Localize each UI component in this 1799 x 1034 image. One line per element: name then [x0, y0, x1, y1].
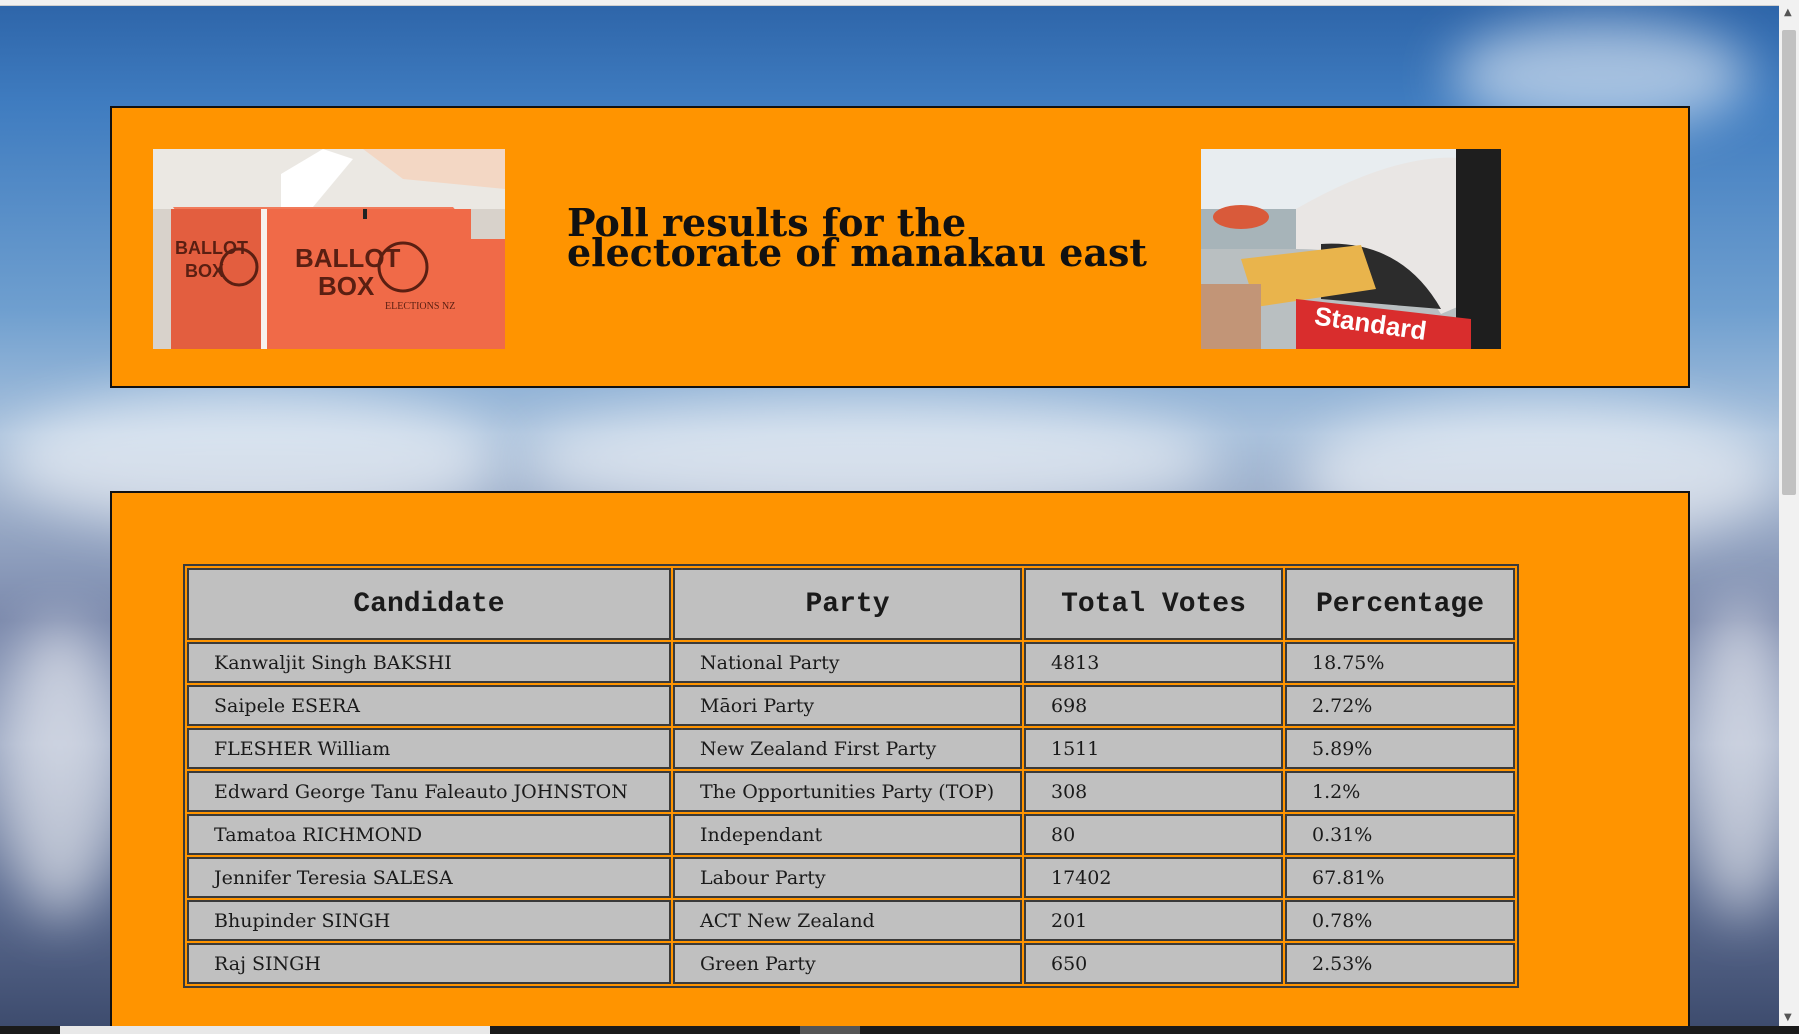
ballot-side-text-2: BOX — [185, 261, 224, 281]
browser-top-edge — [0, 0, 1799, 6]
table-row: Raj SINGH Green Party 650 2.53% — [187, 943, 1515, 984]
cell-percentage: 0.31% — [1285, 814, 1515, 855]
cell-votes: 698 — [1024, 685, 1283, 726]
scroll-up-arrow-icon[interactable]: ▲ — [1784, 7, 1792, 18]
table-row: FLESHER William New Zealand First Party … — [187, 728, 1515, 769]
vertical-scrollbar[interactable]: ▲ ▼ — [1779, 5, 1799, 1026]
results-panel: Candidate Party Total Votes Percentage K… — [110, 491, 1690, 1034]
table-row: Bhupinder SINGH ACT New Zealand 201 0.78… — [187, 900, 1515, 941]
table-header-row: Candidate Party Total Votes Percentage — [187, 568, 1515, 640]
header-candidate: Candidate — [187, 568, 671, 640]
table-row: Saipele ESERA Māori Party 698 2.72% — [187, 685, 1515, 726]
cell-candidate: Raj SINGH — [187, 943, 671, 984]
cell-votes: 80 — [1024, 814, 1283, 855]
cell-votes: 4813 — [1024, 642, 1283, 683]
cell-party: Green Party — [673, 943, 1022, 984]
cell-candidate: Tamatoa RICHMOND — [187, 814, 671, 855]
cell-party: The Opportunities Party (TOP) — [673, 771, 1022, 812]
page-title-line-2: electorate of manakau east — [567, 230, 1147, 275]
ballot-text-2: BOX — [318, 271, 375, 301]
taskbar-strip — [0, 1026, 1799, 1034]
cell-percentage: 5.89% — [1285, 728, 1515, 769]
cell-party: National Party — [673, 642, 1022, 683]
cell-candidate: FLESHER William — [187, 728, 671, 769]
table-row: Tamatoa RICHMOND Independant 80 0.31% — [187, 814, 1515, 855]
cell-party: Labour Party — [673, 857, 1022, 898]
ballot-text-1: BALLOT — [295, 243, 401, 273]
background-cloud — [1690, 600, 1790, 920]
header-total-votes: Total Votes — [1024, 568, 1283, 640]
cell-party: New Zealand First Party — [673, 728, 1022, 769]
cell-percentage: 2.53% — [1285, 943, 1515, 984]
results-table: Candidate Party Total Votes Percentage K… — [183, 564, 1519, 988]
scrollbar-thumb[interactable] — [1782, 30, 1796, 495]
ballot-box-image: BALLOT BOX BALLOT BOX ELECTIONS NZ — [153, 149, 505, 349]
cell-candidate: Kanwaljit Singh BAKSHI — [187, 642, 671, 683]
cell-votes: 201 — [1024, 900, 1283, 941]
cell-percentage: 2.72% — [1285, 685, 1515, 726]
cell-votes: 17402 — [1024, 857, 1283, 898]
cell-candidate: Jennifer Teresia SALESA — [187, 857, 671, 898]
cell-candidate: Bhupinder SINGH — [187, 900, 671, 941]
cell-votes: 308 — [1024, 771, 1283, 812]
cell-candidate: Edward George Tanu Faleauto JOHNSTON — [187, 771, 671, 812]
taskbar-segment — [60, 1026, 490, 1034]
page-title: Poll results for the electorate of manak… — [567, 204, 1187, 275]
header-party: Party — [673, 568, 1022, 640]
taskbar-segment — [800, 1026, 860, 1034]
header-percentage: Percentage — [1285, 568, 1515, 640]
header-banner: BALLOT BOX BALLOT BOX ELECTIONS NZ Poll … — [110, 106, 1690, 388]
table-row: Kanwaljit Singh BAKSHI National Party 48… — [187, 642, 1515, 683]
scroll-down-arrow-icon[interactable]: ▼ — [1784, 1012, 1792, 1023]
table-row: Edward George Tanu Faleauto JOHNSTON The… — [187, 771, 1515, 812]
cell-votes: 650 — [1024, 943, 1283, 984]
cell-percentage: 1.2% — [1285, 771, 1515, 812]
cell-percentage: 18.75% — [1285, 642, 1515, 683]
cell-percentage: 0.78% — [1285, 900, 1515, 941]
background-cloud — [0, 620, 120, 920]
cell-party: Independant — [673, 814, 1022, 855]
mailbox-image: Standard — [1201, 149, 1501, 349]
ballot-elections-text: ELECTIONS NZ — [385, 301, 455, 312]
cell-candidate: Saipele ESERA — [187, 685, 671, 726]
cell-party: ACT New Zealand — [673, 900, 1022, 941]
cell-party: Māori Party — [673, 685, 1022, 726]
cell-votes: 1511 — [1024, 728, 1283, 769]
cell-percentage: 67.81% — [1285, 857, 1515, 898]
table-row: Jennifer Teresia SALESA Labour Party 174… — [187, 857, 1515, 898]
